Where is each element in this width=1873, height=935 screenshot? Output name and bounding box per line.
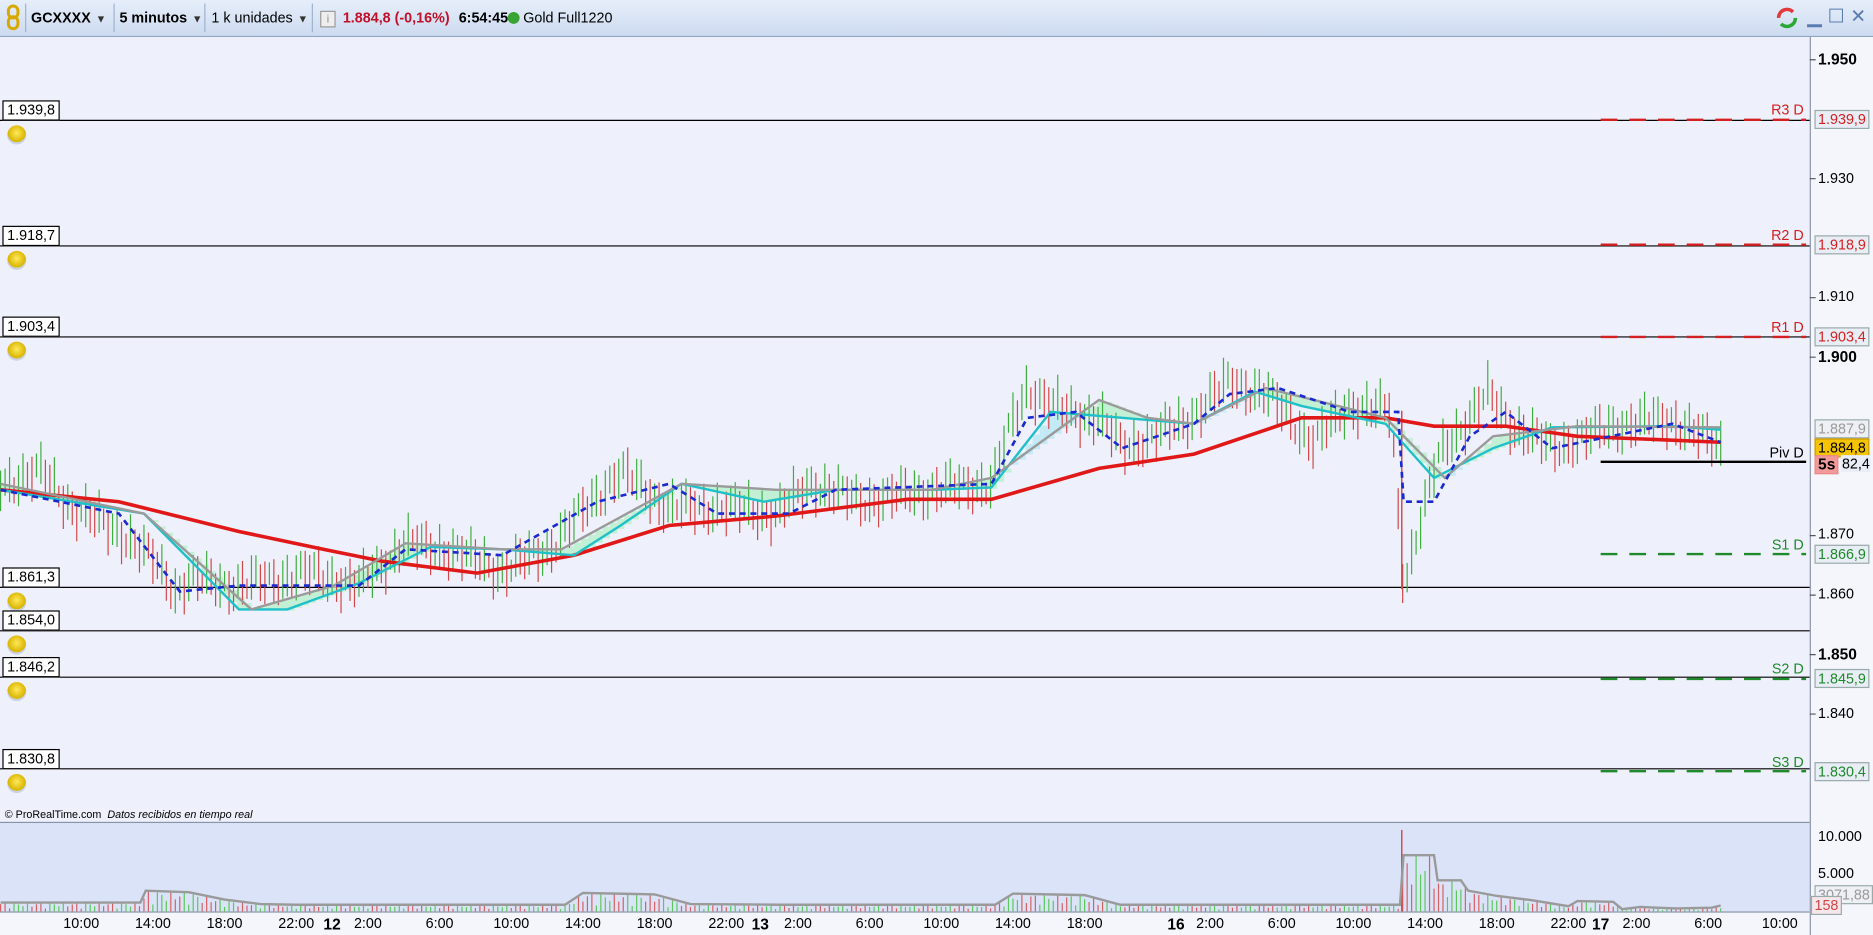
alert-level-label[interactable]: 1.861,3 [2,567,60,588]
price-tick-label: 1.870 [1818,526,1854,543]
volume-average-line [0,853,1721,911]
pivot-label: S1 D [1771,536,1804,553]
pivot-label: R3 D [1771,101,1804,119]
time-tick-label: 10:00 [923,915,960,932]
alert-level-label[interactable]: 1.903,4 [2,316,60,337]
bell-icon[interactable] [7,773,27,793]
pivot-value-box: 1.918,9 [1814,235,1870,255]
time-tick-label: 6:00 [1694,915,1723,932]
alert-level-label[interactable]: 1.830,8 [2,748,60,769]
price-tick-label: 1.860 [1818,585,1854,603]
pivot-label: Piv D [1769,443,1804,461]
time-tick-label: 10:00 [1761,915,1798,932]
time-tick-label: 6:00 [1267,915,1296,932]
price-tick-label: 1.930 [1818,169,1854,186]
time-tick-label: 17 [1592,915,1610,933]
bell-icon[interactable] [7,250,27,270]
realtime-notice: Datos recibidos en tiempo real [107,808,253,821]
time-tick-label: 22:00 [1550,915,1587,932]
bell-icon[interactable] [7,592,27,612]
price-tick-label: 1.840 [1818,704,1854,722]
price-tick-label: 1.900 [1818,347,1857,366]
time-tick-label: 2:00 [353,915,382,932]
time-tick-label: 14:00 [564,915,601,932]
volume-tick-label: 5.000 [1818,864,1854,882]
price-tick-label: 1.910 [1818,288,1854,305]
pivot-value-box: 1.866,9 [1814,544,1870,564]
time-tick-label: 2:00 [1622,915,1651,932]
time-tick-label: 6:00 [425,915,454,932]
time-tick-label: 18:00 [1478,915,1515,932]
time-tick-label: 2:00 [783,915,812,932]
pivot-value-box: 1.845,9 [1814,669,1870,689]
volume-last-box: 158 [1810,895,1842,916]
time-tick-label: 10:00 [493,915,530,932]
alert-level-label[interactable]: 1.854,0 [2,610,60,631]
footer-credit: © ProRealTime.com Datos recibidos en tie… [5,809,253,821]
ma-value-box: 1.887,9 [1814,419,1870,439]
time-tick-label: 18:00 [636,915,673,932]
pivot-value-box: 1.830,4 [1814,761,1870,781]
copyright-text: © ProRealTime.com [4,808,102,821]
time-tick-label: 18:00 [206,915,243,932]
time-tick-label: 10:00 [63,915,100,932]
time-tick-label: 6:00 [855,915,884,932]
time-tick-label: 14:00 [995,915,1031,932]
time-tick-label: 13 [751,915,769,933]
alert-level-label[interactable]: 1.846,2 [2,656,60,678]
time-tick-label: 10:00 [1335,915,1372,932]
time-tick-label: 18:00 [1066,915,1103,932]
time-tick-label: 2:00 [1196,915,1225,932]
pivot-value-box: 82,4 [1840,454,1872,472]
volume-tick-label: 10.000 [1818,827,1862,845]
alert-level-label[interactable]: 1.918,7 [2,225,60,246]
pivot-label: R2 D [1771,226,1804,244]
chart-marks [0,59,1816,912]
pivot-value-box: 1.939,9 [1814,110,1870,130]
time-tick-label: 12 [323,915,341,933]
price-tick-label: 1.950 [1818,50,1857,69]
time-tick-label: 22:00 [278,915,315,932]
prorealtime-chart-window: GCXXXX ▼ 5 minutos ▼ 1 k unidades ▼ i 1.884… [0,0,1873,935]
pivot-label: S3 D [1771,753,1804,770]
alert-level-label[interactable]: 1.939,8 [2,100,60,121]
pivot-value-box: 1.903,4 [1814,327,1870,347]
countdown-box: 5s [1814,454,1839,474]
bell-icon[interactable] [7,681,27,702]
time-tick-label: 22:00 [708,915,745,932]
time-tick-label: 16 [1167,915,1185,933]
pivot-label: S2 D [1771,661,1804,678]
time-tick-label: 14:00 [134,915,171,932]
bell-icon[interactable] [7,125,27,145]
bell-icon[interactable] [7,635,27,655]
time-tick-label: 14:00 [1407,915,1443,932]
price-tick-label: 1.850 [1818,645,1857,663]
bell-icon[interactable] [7,341,27,361]
pivot-label: R1 D [1771,319,1804,336]
